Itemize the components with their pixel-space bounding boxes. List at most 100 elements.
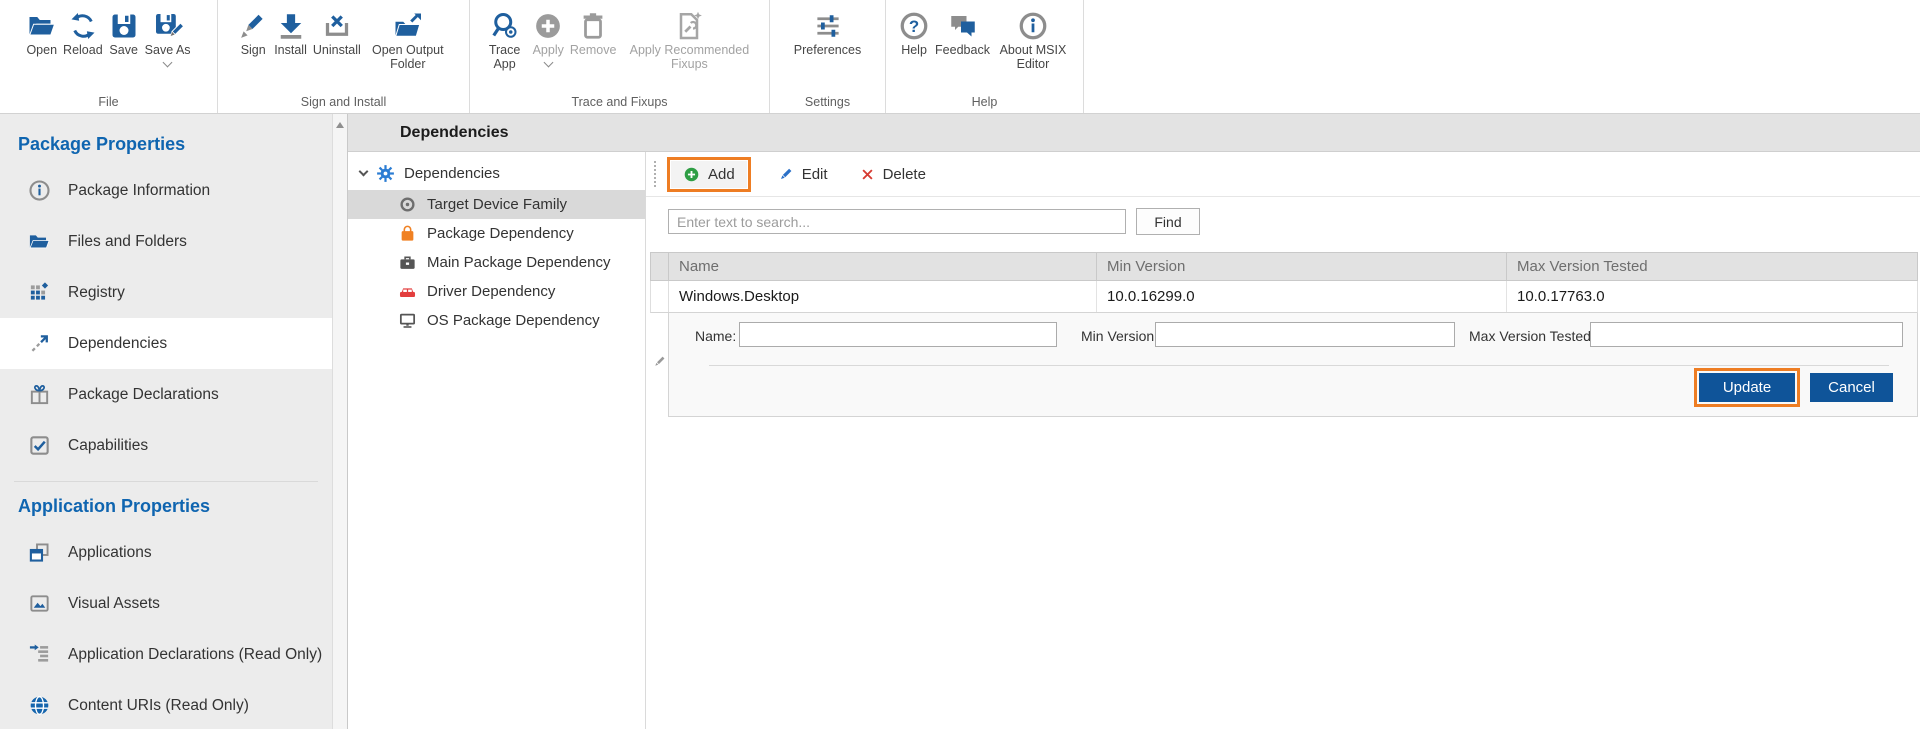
feedback-button[interactable]: Feedback: [933, 7, 992, 59]
sidebar-item-label: Registry: [68, 284, 125, 302]
save-button[interactable]: Save: [107, 7, 141, 59]
table-row[interactable]: Windows.Desktop 10.0.16299.0 10.0.17763.…: [650, 281, 1918, 313]
trace-app-icon: [490, 9, 520, 43]
cancel-button[interactable]: Cancel: [1810, 373, 1893, 402]
sidebar-item-content-uris[interactable]: Content URIs (Read Only): [0, 680, 332, 729]
sidebar-item-applications[interactable]: Applications: [0, 527, 332, 578]
row-editing-pencil-icon: [652, 354, 667, 374]
trace-app-button[interactable]: Trace App: [481, 7, 529, 73]
tree-node-label: Target Device Family: [427, 196, 567, 213]
remove-button[interactable]: Remove: [568, 7, 619, 59]
install-arrow-icon: [276, 9, 306, 43]
uninstall-label: Uninstall: [313, 43, 361, 57]
preferences-sliders-icon: [813, 9, 843, 43]
tree-node-label: Main Package Dependency: [427, 254, 610, 271]
scroll-up-arrow-icon[interactable]: [336, 122, 344, 128]
delete-label: Delete: [883, 166, 926, 183]
ribbon-group-sign-install: Sign Install Uninstall Open Output Folde…: [218, 0, 470, 113]
edit-pencil-icon: [777, 166, 794, 183]
dependencies-arrow-icon: [27, 332, 51, 356]
gift-box-icon: [27, 383, 51, 407]
declarations-list-icon: [27, 643, 51, 667]
feedback-bubbles-icon: [948, 9, 978, 43]
help-question-icon: ?: [899, 9, 929, 43]
add-label: Add: [708, 166, 735, 183]
tree-node-os-package-dependency[interactable]: OS Package Dependency: [348, 306, 645, 335]
feedback-label: Feedback: [935, 43, 990, 57]
column-header-max-version-tested[interactable]: Max Version Tested: [1507, 253, 1917, 280]
apply-recommended-fixups-button[interactable]: Apply Recommended Fixups: [620, 7, 758, 73]
preferences-button[interactable]: Preferences: [792, 7, 863, 59]
sign-button[interactable]: Sign: [236, 7, 270, 59]
sidebar-scrollbar[interactable]: [332, 114, 348, 729]
sidebar-item-visual-assets[interactable]: Visual Assets: [0, 578, 332, 629]
uninstall-button[interactable]: Uninstall: [311, 7, 363, 59]
tree-node-label: Package Dependency: [427, 225, 574, 242]
apply-button[interactable]: Apply: [531, 7, 566, 68]
save-as-button[interactable]: Save As: [143, 7, 193, 68]
uninstall-icon: [322, 9, 352, 43]
apply-plus-icon: [533, 9, 563, 43]
open-button[interactable]: Open: [24, 7, 59, 59]
toolbar-grip-icon: [654, 161, 656, 187]
target-bullseye-icon: [398, 195, 417, 214]
toolbox-icon: [398, 253, 417, 272]
sidebar-item-package-information[interactable]: Package Information: [0, 165, 332, 216]
dependencies-table: Name Min Version Max Version Tested Wind…: [650, 252, 1918, 313]
add-button[interactable]: Add: [671, 161, 747, 188]
form-divider: [709, 365, 1889, 366]
apply-label: Apply: [533, 43, 564, 57]
sidebar-item-capabilities[interactable]: Capabilities: [0, 420, 332, 471]
tree-node-main-package-dependency[interactable]: Main Package Dependency: [348, 248, 645, 277]
car-icon: [398, 282, 417, 301]
ribbon-group-trace-fixups: Trace App Apply Remove Apply Recommended…: [470, 0, 770, 113]
sidebar-item-application-declarations[interactable]: Application Declarations (Read Only): [0, 629, 332, 680]
ribbon-group-file-label: File: [0, 95, 217, 109]
edit-row-form: Name: Min Version: Max Version Tested: U…: [668, 313, 1918, 417]
apply-recommended-fixups-label: Apply Recommended Fixups: [622, 43, 756, 71]
open-output-folder-label: Open Output Folder: [367, 43, 449, 71]
help-button[interactable]: ? Help: [897, 7, 931, 59]
min-version-field-label: Min Version:: [1081, 328, 1158, 344]
chevron-down-icon: [163, 58, 173, 68]
reload-button[interactable]: Reload: [61, 7, 105, 59]
tree-expander-chevron-icon[interactable]: [359, 167, 369, 177]
sidebar-item-dependencies[interactable]: Dependencies: [0, 318, 332, 369]
tree-node-driver-dependency[interactable]: Driver Dependency: [348, 277, 645, 306]
about-msix-editor-button[interactable]: About MSIX Editor: [994, 7, 1072, 73]
preferences-label: Preferences: [794, 43, 861, 57]
open-output-folder-button[interactable]: Open Output Folder: [365, 7, 451, 73]
update-button[interactable]: Update: [1699, 373, 1795, 402]
sidebar-item-label: Content URIs (Read Only): [68, 697, 249, 715]
min-version-field[interactable]: [1155, 322, 1455, 347]
edit-button[interactable]: Edit: [765, 161, 840, 188]
sidebar-item-package-declarations[interactable]: Package Declarations: [0, 369, 332, 420]
update-button-highlight: Update: [1694, 368, 1800, 407]
sign-pencil-icon: [238, 9, 268, 43]
add-plus-icon: [683, 166, 700, 183]
tree-node-dependencies-root[interactable]: Dependencies: [348, 157, 645, 190]
find-button[interactable]: Find: [1136, 208, 1200, 235]
sidebar-item-label: Package Declarations: [68, 386, 219, 404]
ribbon-group-file: Open Reload Save Save As File: [0, 0, 218, 113]
tree-node-label: Dependencies: [404, 165, 500, 182]
svg-text:?: ?: [909, 17, 919, 36]
max-version-field[interactable]: [1590, 322, 1903, 347]
shopping-bag-icon: [398, 224, 417, 243]
trace-app-label: Trace App: [483, 43, 527, 71]
fixups-document-icon: [674, 9, 704, 43]
search-input[interactable]: [668, 209, 1126, 234]
ribbon-group-help-label: Help: [886, 95, 1083, 109]
name-field[interactable]: [739, 322, 1057, 347]
column-header-min-version[interactable]: Min Version: [1097, 253, 1507, 280]
reload-icon: [68, 9, 98, 43]
sidebar-item-registry[interactable]: Registry: [0, 267, 332, 318]
tree-node-package-dependency[interactable]: Package Dependency: [348, 219, 645, 248]
column-header-name[interactable]: Name: [669, 253, 1097, 280]
sidebar-item-label: Package Information: [68, 182, 210, 200]
install-button[interactable]: Install: [272, 7, 309, 59]
delete-button[interactable]: Delete: [848, 161, 938, 188]
folder-icon: [27, 230, 51, 254]
tree-node-target-device-family[interactable]: Target Device Family: [348, 190, 645, 219]
sidebar-item-files-and-folders[interactable]: Files and Folders: [0, 216, 332, 267]
